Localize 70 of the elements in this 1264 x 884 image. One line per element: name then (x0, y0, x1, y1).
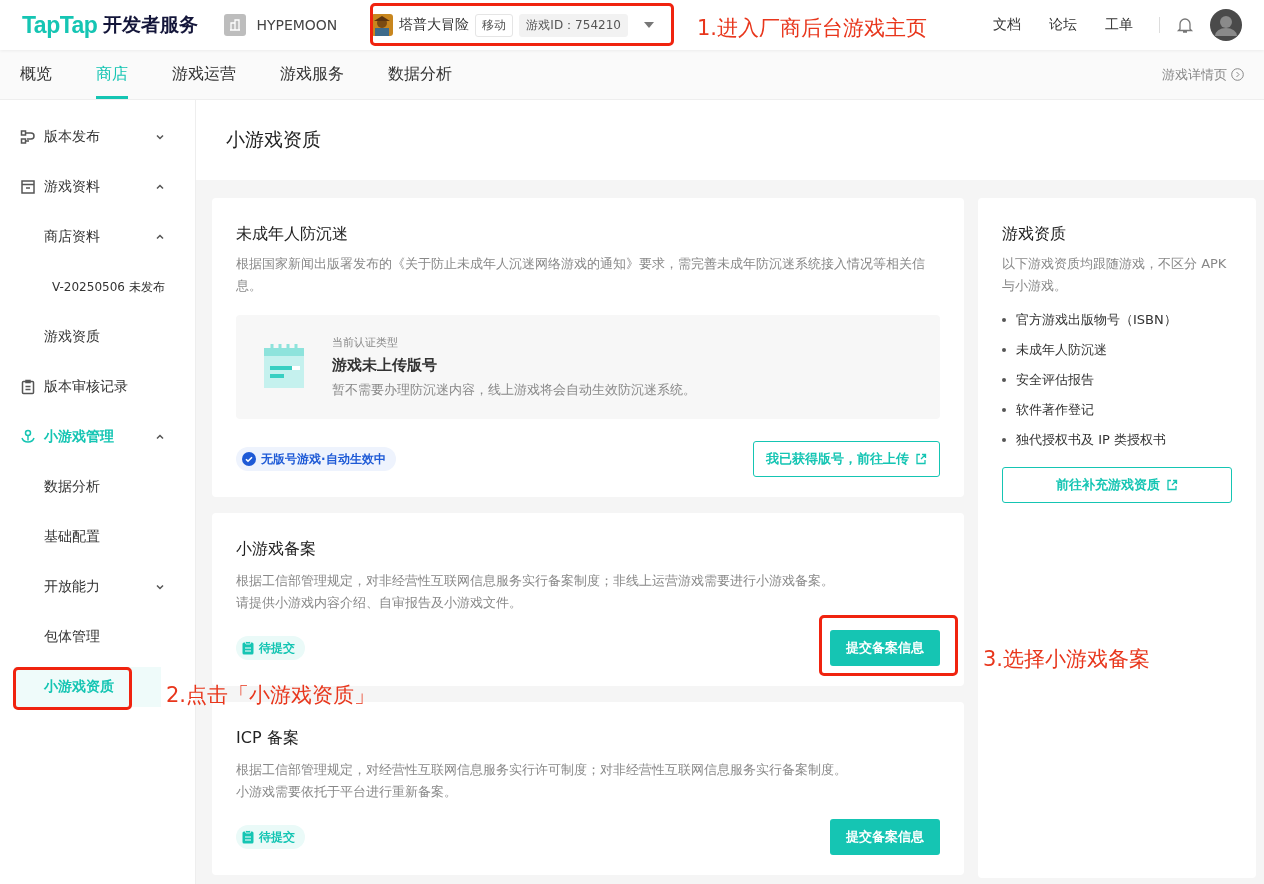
org-name: HYPEMOON (256, 17, 338, 33)
external-link-icon (915, 453, 927, 465)
card-description: 根据国家新闻出版署发布的《关于防止未成年人沉迷网络游戏的通知》要求，需完善未成年防沉迷系统接入情况等相关信息。 (236, 255, 926, 295)
card-title: 游戏资质 (1002, 224, 1067, 245)
sidebar-item[interactable]: 包体管理 (0, 612, 195, 662)
bullet-icon (1002, 348, 1006, 352)
chevron-up-icon (155, 232, 165, 242)
page-title: 小游戏资质 (196, 100, 1264, 180)
product-name: 开发者服务 (103, 12, 199, 37)
external-link-icon (1166, 479, 1178, 491)
flow-icon (20, 129, 36, 145)
bullet-icon (1002, 318, 1006, 322)
sidebar-item[interactable]: 游戏资料 (0, 162, 195, 212)
chevron-circle-icon (1231, 68, 1244, 81)
list-item: 未成年人防沉迷 (1016, 341, 1107, 359)
status-badge: 待提交 (236, 636, 305, 660)
nav-tab[interactable]: 游戏服务 (280, 50, 344, 99)
card-title: 小游戏备案 (236, 539, 317, 560)
sidebar-item[interactable]: 数据分析 (0, 462, 195, 512)
sidebar-item[interactable]: 版本审核记录 (0, 362, 195, 412)
card-title: ICP 备案 (236, 728, 300, 749)
cert-title: 游戏未上传版号 (332, 356, 438, 375)
card-description: 以下游戏资质均跟随游戏，不区分 APK 与小游戏。 (1002, 255, 1228, 295)
cert-label: 当前认证类型 (332, 335, 399, 350)
nav-tab[interactable]: 概览 (20, 50, 52, 99)
status-badge: 待提交 (236, 825, 305, 849)
clipboard-icon (242, 830, 254, 844)
card-description: 小游戏需要依托于平台进行重新备案。 (236, 783, 458, 801)
avatar[interactable] (1210, 9, 1242, 41)
sidebar-item[interactable]: 游戏资质 (0, 312, 195, 362)
archive-icon (20, 179, 36, 195)
annotation-text: 3.选择小游戏备案 (983, 646, 1151, 673)
caret-icon (643, 22, 654, 28)
anchor-icon (20, 429, 36, 445)
list-item: 官方游戏出版物号（ISBN） (1016, 311, 1177, 329)
clipboard-icon (20, 379, 36, 395)
header-link[interactable]: 论坛 (1049, 16, 1077, 34)
annotation-text: 1.进入厂商后台游戏主页 (697, 15, 928, 42)
bell-icon[interactable] (1176, 16, 1194, 34)
nav-tab[interactable]: 数据分析 (388, 50, 452, 99)
cert-description: 暂不需要办理防沉迷内容，线上游戏将会自动生效防沉迷系统。 (332, 381, 696, 399)
chevron-up-icon (155, 182, 165, 192)
list-item: 安全评估报告 (1016, 371, 1094, 389)
card-description: 请提供小游戏内容介绍、自审报告及小游戏文件。 (236, 594, 523, 612)
status-badge: 无版号游戏·自动生效中 (236, 447, 396, 471)
bullet-icon (1002, 378, 1006, 382)
bullet-icon (1002, 408, 1006, 412)
check-circle-icon (242, 452, 256, 466)
clipboard-icon (242, 641, 254, 655)
list-item: 独代授权书及 IP 类授权书 (1016, 431, 1166, 449)
sidebar-item[interactable]: 基础配置 (0, 512, 195, 562)
chevron-down-icon (155, 132, 165, 142)
card-description: 根据工信部管理规定，对经营性互联网信息服务实行许可制度；对非经营性互联网信息服务实行备案制度。 (236, 761, 848, 779)
sidebar-item[interactable]: V-20250506 未发布 (0, 262, 195, 312)
building-icon (224, 14, 247, 36)
chevron-up-icon (155, 432, 165, 442)
sidebar-item[interactable]: 版本发布 (0, 112, 195, 162)
bullet-icon (1002, 438, 1006, 442)
card-description: 根据工信部管理规定，对非经营性互联网信息服务实行备案制度；非线上运营游戏需要进行小游戏备案。 (236, 572, 835, 590)
header-link[interactable]: 文档 (993, 16, 1021, 34)
sidebar-item[interactable]: 商店资料 (0, 212, 195, 262)
detail-link[interactable]: 游戏详情页 (1162, 50, 1244, 99)
list-item: 软件著作登记 (1016, 401, 1094, 419)
chevron-down-icon (155, 582, 165, 592)
header-link[interactable]: 工单 (1105, 16, 1133, 34)
annotation-text: 2.点击「小游戏资质」 (166, 682, 376, 709)
nav-tab[interactable]: 游戏运营 (172, 50, 236, 99)
game-selector[interactable]: 塔普大冒险 移动 游戏ID：754210 (363, 10, 662, 40)
card-title: 未成年人防沉迷 (236, 224, 349, 245)
sidebar-item[interactable]: 开放能力 (0, 562, 195, 612)
